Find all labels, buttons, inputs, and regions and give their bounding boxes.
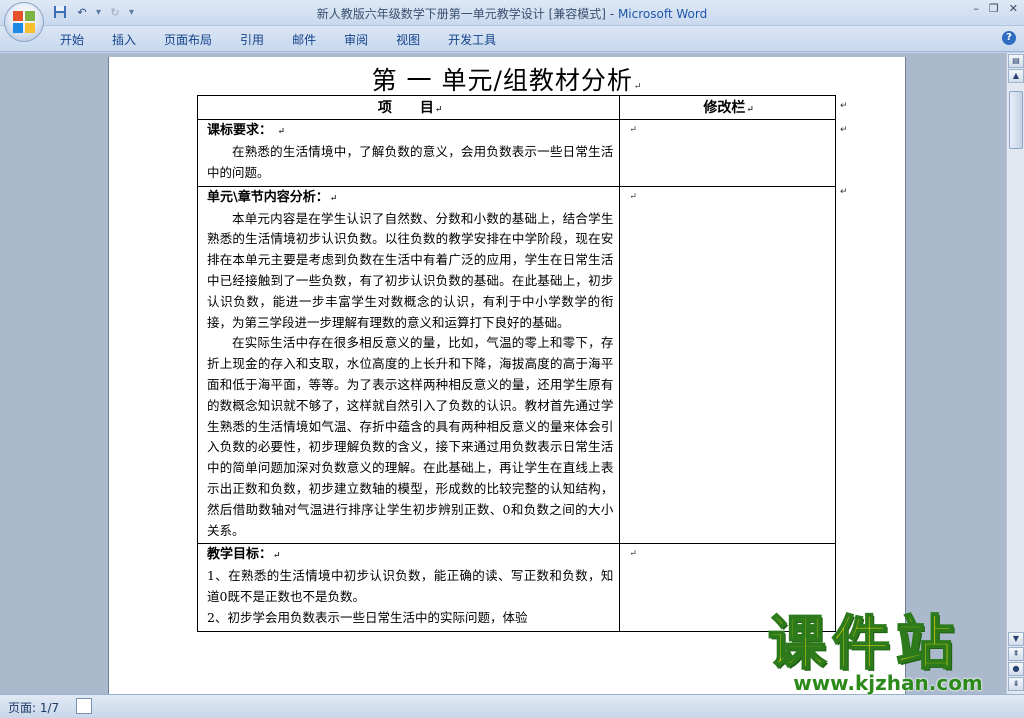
- scroll-down-icon[interactable]: ▼: [1008, 632, 1024, 646]
- cell-mark-icon: ↵: [434, 105, 443, 115]
- ribbon: 开始 插入 页面布局 引用 邮件 审阅 视图 开发工具 ?: [0, 26, 1024, 52]
- row-end-mark-icon: ↵: [840, 101, 848, 111]
- office-button[interactable]: [4, 2, 44, 42]
- title-separator: -: [605, 7, 618, 21]
- cell-mark-icon: ↵: [629, 191, 637, 202]
- tab-mailings[interactable]: 邮件: [292, 31, 316, 48]
- paragraph-mark-icon: ↵: [277, 127, 286, 137]
- table-row: 教学目标：↵ 1、在熟悉的生活情境中初步认识负数，能正确的读、写正数和负数，知道…: [196, 543, 836, 632]
- section-paragraph: 在实际生活中存在很多相反意义的量，比如，气温的零上和零下，存折上现金的存入和支取…: [207, 335, 614, 538]
- app-name: Microsoft Word: [617, 7, 708, 21]
- page-indicator[interactable]: 页面: 1/7: [8, 699, 59, 716]
- paragraph-mark-icon: ↵: [329, 193, 338, 204]
- tab-review[interactable]: 审阅: [344, 31, 368, 48]
- section-cell-objectives[interactable]: 教学目标：↵ 1、在熟悉的生活情境中初步认识负数，能正确的读、写正数和负数，知道…: [196, 543, 621, 632]
- cell-mark-icon: ↵: [746, 105, 754, 115]
- header-item-cell: 项 目↵: [196, 95, 621, 120]
- tab-page-layout[interactable]: 页面布局: [164, 31, 212, 48]
- help-icon[interactable]: ?: [1002, 31, 1016, 45]
- row-end-mark-icon: ↵: [840, 187, 848, 197]
- section-cell-content-analysis[interactable]: 单元\章节内容分析：↵ 本单元内容是在学生认识了自然数、分数和小数的基础上，结合…: [196, 185, 621, 545]
- table-header-row: 项 目↵ 修改栏↵: [196, 95, 836, 120]
- table-row: 课标要求： ↵ 在熟悉的生活情境中，了解负数的意义，会用负数表示一些日常生活中的…: [196, 119, 836, 187]
- paragraph-mark-icon: ↵: [633, 82, 643, 92]
- section-paragraph: 本单元内容是在学生认识了自然数、分数和小数的基础上，结合学生熟悉的生活情境初步认…: [207, 210, 614, 330]
- tab-insert[interactable]: 插入: [112, 31, 136, 48]
- site-watermark: 课件站 www.kjzhan.com: [767, 609, 1008, 695]
- window-title: 新人教版六年级数学下册第一单元教学设计 [兼容模式] - Microsoft W…: [0, 5, 1024, 22]
- paragraph-mark-icon: ↵: [273, 551, 281, 562]
- ribbon-tabs: 开始 插入 页面布局 引用 邮件 审阅 视图 开发工具: [60, 31, 524, 48]
- vertical-scrollbar[interactable]: ▤ ▲ ▼ ⇞ ● ⇟: [1006, 53, 1024, 694]
- restore-icon[interactable]: ❐: [989, 2, 999, 15]
- section-label: 课标要求：: [207, 123, 273, 138]
- section-paragraph: 1、在熟悉的生活情境中初步认识负数，能正确的读、写正数和负数，知道0既不是正数也…: [207, 568, 614, 605]
- status-bar: 页面: 1/7: [0, 694, 1024, 718]
- title-bar: ↶ ▾ ↻ ▾ 新人教版六年级数学下册第一单元教学设计 [兼容模式] - Mic…: [0, 0, 1024, 26]
- document-heading: 第 一 单元/组教材分析↵: [109, 61, 905, 97]
- header-item-label: 项 目: [377, 100, 434, 116]
- row-end-mark-icon: ↵: [840, 125, 848, 135]
- header-revision-cell: 修改栏↵: [619, 95, 836, 120]
- tab-references[interactable]: 引用: [240, 31, 264, 48]
- tab-developer[interactable]: 开发工具: [448, 31, 496, 48]
- scroll-thumb[interactable]: [1009, 91, 1023, 149]
- tab-view[interactable]: 视图: [396, 31, 420, 48]
- header-revision-label: 修改栏: [703, 100, 746, 116]
- window-controls: – ❐ ✕: [973, 2, 1018, 15]
- select-browse-object-icon[interactable]: ●: [1008, 662, 1024, 676]
- section-paragraph: 在熟悉的生活情境中，了解负数的意义，会用负数表示一些日常生活中的问题。: [207, 144, 614, 180]
- section-label: 单元\章节内容分析：: [207, 189, 329, 205]
- section-cell-standards[interactable]: 课标要求： ↵ 在熟悉的生活情境中，了解负数的意义，会用负数表示一些日常生活中的…: [196, 119, 621, 187]
- watermark-logo-text: 课件站: [767, 609, 961, 677]
- document-page[interactable]: 第 一 单元/组教材分析↵ 项 目↵ 修改栏↵ 课标要求： ↵ 在熟悉的生活情境…: [109, 57, 905, 697]
- watermark-url: www.kjzhan.com: [793, 671, 983, 695]
- tab-home[interactable]: 开始: [60, 31, 84, 48]
- section-paragraph: 2、初步学会用负数表示一些日常生活中的实际问题，体验: [207, 609, 528, 625]
- proofing-status-icon[interactable]: [76, 698, 92, 714]
- cell-mark-icon: ↵: [629, 125, 637, 135]
- document-title: 新人教版六年级数学下册第一单元教学设计 [兼容模式]: [316, 7, 606, 21]
- next-page-icon[interactable]: ⇟: [1008, 677, 1024, 691]
- cell-mark-icon: ↵: [629, 549, 637, 560]
- close-icon[interactable]: ✕: [1009, 2, 1018, 15]
- ruler-toggle-icon[interactable]: ▤: [1008, 54, 1024, 68]
- previous-page-icon[interactable]: ⇞: [1008, 647, 1024, 661]
- revision-cell[interactable]: ↵: [619, 185, 836, 545]
- revision-cell[interactable]: ↵: [619, 119, 836, 187]
- table-row: 单元\章节内容分析：↵ 本单元内容是在学生认识了自然数、分数和小数的基础上，结合…: [196, 185, 836, 545]
- minimize-icon[interactable]: –: [973, 2, 979, 15]
- document-workspace: 第 一 单元/组教材分析↵ 项 目↵ 修改栏↵ 课标要求： ↵ 在熟悉的生活情境…: [0, 53, 1006, 697]
- office-logo-icon: [13, 11, 35, 33]
- scroll-up-icon[interactable]: ▲: [1008, 69, 1024, 83]
- heading-text: 第 一 单元/组教材分析: [371, 66, 633, 95]
- analysis-table: 项 目↵ 修改栏↵ 课标要求： ↵ 在熟悉的生活情境中，了解负数的意义，会用负数…: [196, 95, 836, 632]
- section-label: 教学目标：: [207, 547, 273, 563]
